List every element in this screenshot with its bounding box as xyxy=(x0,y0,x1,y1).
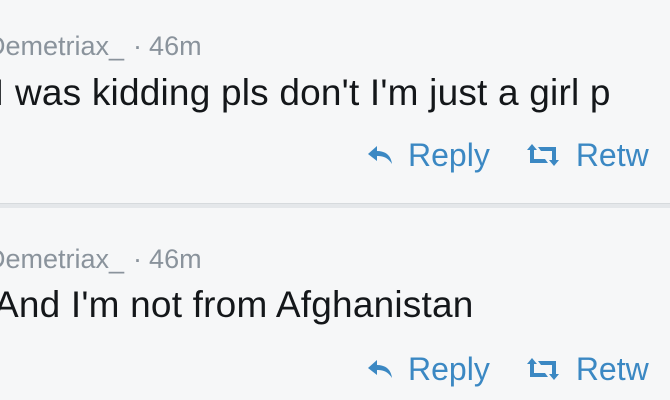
reply-label: Reply xyxy=(408,351,490,387)
tweet-timestamp[interactable]: 46m xyxy=(149,244,202,274)
meta-separator: · xyxy=(133,244,143,274)
tweet-timestamp[interactable]: 46m xyxy=(149,31,202,61)
retweet-label: Retw xyxy=(575,351,649,387)
tweet-meta: Demetriax_ ·46m xyxy=(0,246,202,273)
retweet-button[interactable]: Retw xyxy=(526,353,649,385)
retweet-icon xyxy=(526,357,560,381)
tweet-actions: Reply Retw xyxy=(366,353,649,385)
tweet-meta: Demetriax_ ·46m xyxy=(0,33,202,60)
reply-button[interactable]: Reply xyxy=(366,353,490,385)
meta-separator: · xyxy=(133,31,143,61)
tweet-actions: Reply Retw xyxy=(366,139,649,171)
tweet-handle[interactable]: Demetriax_ xyxy=(0,31,124,61)
tweet-text: And I'm not from Afghanistan xyxy=(0,284,474,325)
reply-icon xyxy=(366,358,394,380)
retweet-icon xyxy=(526,143,560,167)
tweet-item[interactable]: Demetriax_ ·46m I was kidding pls don't I… xyxy=(0,0,670,203)
reply-button[interactable]: Reply xyxy=(366,139,490,171)
retweet-label: Retw xyxy=(575,137,649,173)
tweet-feed: Demetriax_·46m I was kidding pls don't I… xyxy=(0,0,670,400)
tweet-handle[interactable]: Demetriax_ xyxy=(0,244,124,274)
reply-icon xyxy=(366,144,394,166)
tweet-text: I was kidding pls don't I'm just a girl … xyxy=(0,72,611,113)
reply-label: Reply xyxy=(408,137,490,173)
retweet-button[interactable]: Retw xyxy=(526,139,649,171)
